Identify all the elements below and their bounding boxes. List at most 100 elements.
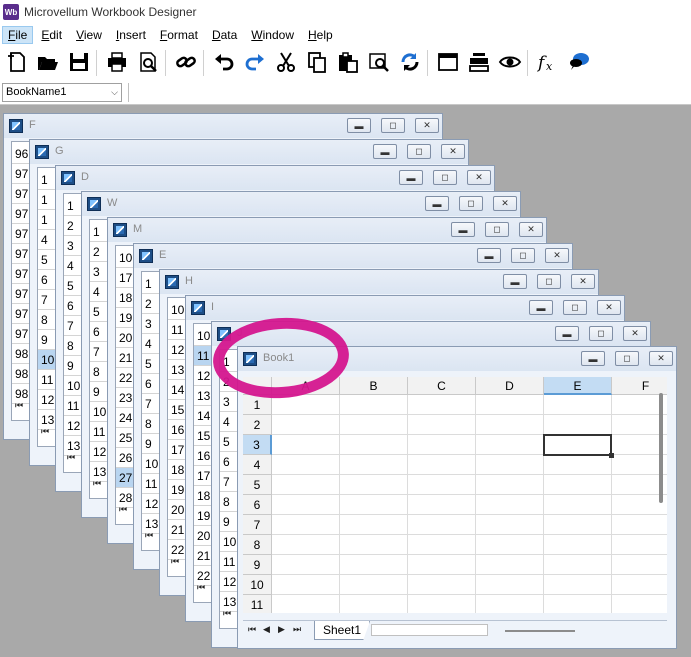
- column-header-d[interactable]: D: [476, 377, 544, 395]
- new-file-button[interactable]: [3, 49, 31, 77]
- next-sheet-icon[interactable]: ▶: [278, 624, 285, 635]
- minimize-button[interactable]: ▬: [373, 144, 397, 159]
- window-title-bar[interactable]: H: [160, 270, 598, 294]
- refresh-button[interactable]: [396, 49, 424, 77]
- previous-sheet-icon[interactable]: ◀: [263, 624, 270, 635]
- minimize-button[interactable]: ▬: [451, 222, 475, 237]
- minimize-button[interactable]: ▬: [503, 274, 527, 289]
- window-title-bar[interactable]: J: [212, 322, 650, 346]
- column-header-c[interactable]: C: [408, 377, 476, 395]
- window-title-bar[interactable]: F: [4, 114, 442, 138]
- window-title-bar[interactable]: D: [56, 166, 494, 190]
- undo-button[interactable]: [210, 49, 238, 77]
- print-button[interactable]: [103, 49, 131, 77]
- maximize-button[interactable]: ◻: [511, 248, 535, 263]
- close-button[interactable]: ✕: [519, 222, 543, 237]
- menu-view[interactable]: View: [70, 26, 108, 44]
- paste-button[interactable]: [334, 49, 362, 77]
- maximize-button[interactable]: ◻: [459, 196, 483, 211]
- row-header-6[interactable]: 6: [243, 495, 272, 515]
- comment-button[interactable]: [565, 49, 593, 77]
- window-title-bar[interactable]: W: [82, 192, 520, 216]
- menu-format[interactable]: Format: [154, 26, 204, 44]
- menu-file[interactable]: File: [2, 25, 34, 44]
- link-button[interactable]: [172, 49, 200, 77]
- maximize-button[interactable]: ◻: [615, 351, 639, 366]
- menu-edit[interactable]: Edit: [35, 26, 68, 44]
- active-cell-e3[interactable]: [543, 434, 614, 458]
- print-preview-button[interactable]: [134, 49, 162, 77]
- close-button[interactable]: ✕: [493, 196, 517, 211]
- horizontal-scrollbar-thumb[interactable]: [505, 630, 575, 632]
- row-header-1[interactable]: 1: [243, 395, 272, 415]
- column-header-f[interactable]: F: [612, 377, 667, 395]
- name-box[interactable]: BookName1 ⌵: [2, 83, 122, 102]
- redo-button[interactable]: [241, 49, 269, 77]
- row-header-7[interactable]: 7: [243, 515, 272, 535]
- close-button[interactable]: ✕: [649, 351, 673, 366]
- first-sheet-icon[interactable]: ⏮: [15, 400, 23, 411]
- first-sheet-icon[interactable]: ⏮: [119, 504, 127, 515]
- window-title-bar[interactable]: E: [134, 244, 572, 268]
- minimize-button[interactable]: ▬: [477, 248, 501, 263]
- maximize-button[interactable]: ◻: [485, 222, 509, 237]
- window-title-bar[interactable]: M: [108, 218, 546, 242]
- minimize-button[interactable]: ▬: [347, 118, 371, 133]
- row-header-11[interactable]: 11: [243, 595, 272, 613]
- vertical-scrollbar-thumb[interactable]: [659, 393, 663, 503]
- row-header-2[interactable]: 2: [243, 415, 272, 435]
- minimize-button[interactable]: ▬: [581, 351, 605, 366]
- row-header-4[interactable]: 4: [243, 455, 272, 475]
- first-sheet-icon[interactable]: ⏮: [93, 478, 101, 489]
- save-button[interactable]: [65, 49, 93, 77]
- last-sheet-icon[interactable]: ⏭: [293, 624, 301, 635]
- menu-help[interactable]: Help: [302, 26, 339, 44]
- row-header-10[interactable]: 10: [243, 575, 272, 595]
- first-sheet-icon[interactable]: ⏮: [145, 530, 153, 541]
- first-sheet-icon[interactable]: ⏮: [171, 556, 179, 567]
- close-button[interactable]: ✕: [571, 274, 595, 289]
- close-button[interactable]: ✕: [441, 144, 465, 159]
- window-button[interactable]: [434, 49, 462, 77]
- minimize-button[interactable]: ▬: [529, 300, 553, 315]
- row-header-5[interactable]: 5: [243, 475, 272, 495]
- first-sheet-icon[interactable]: ⏮: [67, 452, 75, 463]
- maximize-button[interactable]: ◻: [381, 118, 405, 133]
- cut-button[interactable]: [272, 49, 300, 77]
- horizontal-scrollbar-track[interactable]: [371, 624, 488, 636]
- first-sheet-icon[interactable]: ⏮: [248, 624, 256, 635]
- column-header-e[interactable]: E: [544, 377, 612, 395]
- first-sheet-icon[interactable]: ⏮: [197, 582, 205, 593]
- select-all-corner[interactable]: [243, 377, 272, 395]
- minimize-button[interactable]: ▬: [399, 170, 423, 185]
- open-folder-button[interactable]: [34, 49, 62, 77]
- first-sheet-icon[interactable]: ⏮: [223, 608, 231, 619]
- row-header-3[interactable]: 3: [243, 435, 272, 455]
- first-sheet-icon[interactable]: ⏮: [41, 426, 49, 437]
- maximize-button[interactable]: ◻: [537, 274, 561, 289]
- printer-stack-button[interactable]: [465, 49, 493, 77]
- minimize-button[interactable]: ▬: [425, 196, 449, 211]
- maximize-button[interactable]: ◻: [407, 144, 431, 159]
- find-button[interactable]: [365, 49, 393, 77]
- close-button[interactable]: ✕: [467, 170, 491, 185]
- spreadsheet-grid[interactable]: A B C D E F 1 2 3 4 5 6 7 8 9 10 11: [243, 377, 667, 613]
- copy-button[interactable]: [303, 49, 331, 77]
- menu-data[interactable]: Data: [206, 26, 243, 44]
- window-title-bar[interactable]: G: [30, 140, 468, 164]
- window-title-bar[interactable]: I: [186, 296, 624, 320]
- close-button[interactable]: ✕: [623, 326, 647, 341]
- close-button[interactable]: ✕: [597, 300, 621, 315]
- menu-window[interactable]: Window: [245, 26, 300, 44]
- column-header-b[interactable]: B: [340, 377, 408, 395]
- maximize-button[interactable]: ◻: [589, 326, 613, 341]
- function-button[interactable]: fx: [534, 49, 562, 77]
- close-button[interactable]: ✕: [415, 118, 439, 133]
- minimize-button[interactable]: ▬: [555, 326, 579, 341]
- formula-input[interactable]: [128, 83, 691, 102]
- menu-insert[interactable]: Insert: [110, 26, 152, 44]
- sheet-tab-sheet1[interactable]: Sheet1: [314, 621, 371, 640]
- row-header-8[interactable]: 8: [243, 535, 272, 555]
- row-header-9[interactable]: 9: [243, 555, 272, 575]
- eye-button[interactable]: [496, 49, 524, 77]
